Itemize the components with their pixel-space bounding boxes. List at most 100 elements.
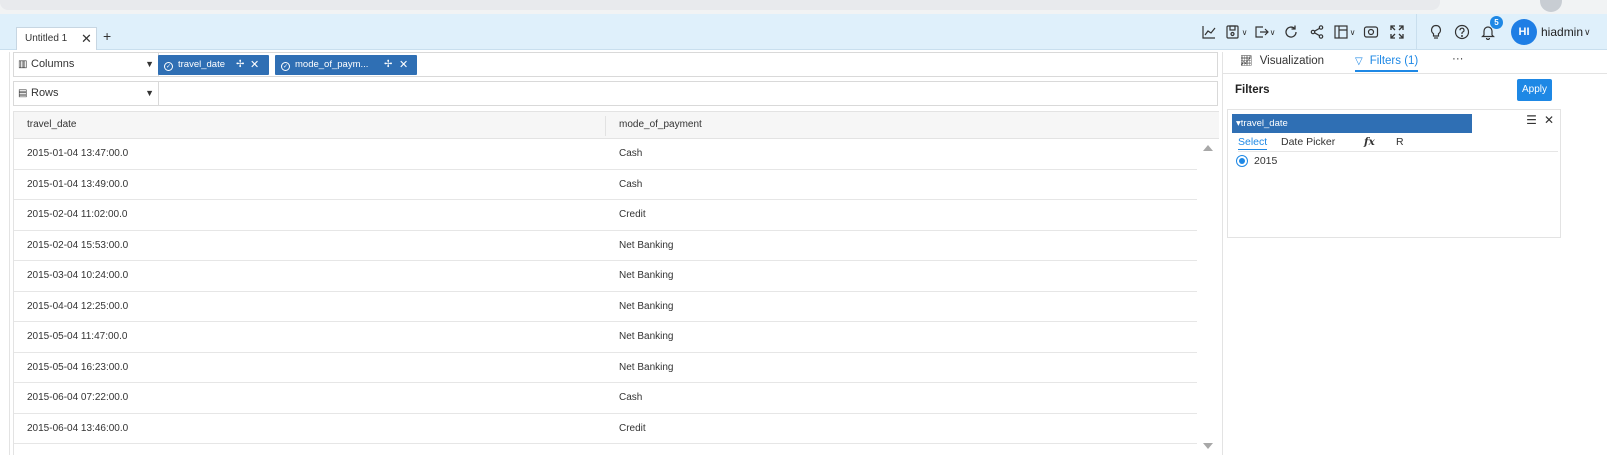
column-header-mode-of-payment[interactable]: mode_of_payment	[619, 112, 702, 140]
apply-button[interactable]: Apply	[1517, 79, 1552, 101]
tab-r[interactable]: R	[1396, 136, 1404, 148]
chart-icon: 📈︎	[1240, 56, 1253, 67]
layout-icon[interactable]: ∨	[1330, 14, 1358, 50]
filter-option-2015[interactable]: 2015	[1236, 155, 1277, 167]
toolbar: ∨ ∨ ∨ 5 HI hiadmin ∨	[1196, 14, 1591, 50]
more-options-icon[interactable]: ···	[1452, 53, 1464, 65]
browser-profile-icon[interactable]	[1540, 0, 1562, 12]
columns-icon: ▥	[18, 59, 28, 70]
vertical-scrollbar[interactable]	[1200, 139, 1216, 455]
add-tab-icon[interactable]: +	[103, 28, 111, 44]
export-icon[interactable]: ∨	[1250, 14, 1278, 50]
cell-travel-date: 2015-01-04 13:49:00.0	[27, 178, 129, 190]
user-menu[interactable]: HI hiadmin ∨	[1511, 19, 1591, 45]
fullscreen-icon[interactable]	[1384, 14, 1410, 50]
rows-shelf[interactable]: ▤ Rows ▼	[13, 81, 1218, 106]
filter-option-label: 2015	[1254, 155, 1278, 167]
table-row: 2015-04-04 12:25:00.0 Net Banking	[14, 292, 1197, 322]
check-circle-icon: ✓	[164, 62, 173, 71]
report-topbar: Untitled 1 ✕ + ∨ ∨ ∨ 5 HI hiadmin ∨	[0, 14, 1607, 50]
cell-mode-of-payment: Cash	[619, 392, 643, 403]
tab-select[interactable]: Select	[1238, 136, 1268, 150]
cell-mode-of-payment: Net Banking	[619, 331, 674, 342]
columns-shelf-label[interactable]: ▥ Columns ▼	[14, 53, 159, 76]
user-name: hiadmin	[1541, 25, 1584, 39]
column-pill-travel-date[interactable]: ✓ travel_date ✢ ✕	[158, 55, 269, 75]
columns-shelf[interactable]: ▥ Columns ▼ ✓ travel_date ✢ ✕ ✓ mode_of_pay…	[13, 52, 1218, 77]
pill-label: mode_of_paym...	[295, 59, 369, 70]
radio-selected-icon[interactable]	[1236, 155, 1248, 167]
filter-icon: ▽	[1355, 56, 1363, 67]
rows-shelf-label[interactable]: ▤ Rows ▼	[14, 82, 159, 105]
cell-mode-of-payment: Net Banking	[619, 361, 674, 373]
tab-filters-label: Filters (1)	[1369, 55, 1419, 67]
remove-pill-icon[interactable]: ✕	[399, 55, 408, 75]
share-icon[interactable]	[1304, 14, 1330, 50]
data-table: travel_date mode_of_payment 2015-01-04 1…	[13, 111, 1219, 455]
dropdown-arrow-icon[interactable]: ▼	[145, 82, 154, 105]
cell-travel-date: 2015-05-04 11:47:00.0	[27, 331, 128, 342]
cell-travel-date: 2015-03-04 10:24:00.0	[27, 270, 129, 281]
table-row: 2015-01-04 13:49:00.0 Cash	[14, 170, 1197, 200]
lightbulb-icon[interactable]	[1423, 14, 1449, 50]
table-row: 2015-02-04 15:53:00.0 Net Banking	[14, 231, 1197, 261]
cell-mode-of-payment: Cash	[619, 178, 643, 190]
columns-label-text: Columns	[31, 58, 75, 70]
avatar: HI	[1511, 19, 1537, 45]
tab-visualization[interactable]: 📈︎ Visualization	[1240, 55, 1324, 67]
move-icon[interactable]: ✢	[384, 55, 392, 75]
refresh-icon[interactable]	[1278, 14, 1304, 50]
table-row: 2015-05-04 11:47:00.0 Net Banking	[14, 322, 1197, 353]
cell-travel-date: 2015-06-04 07:22:00.0	[27, 392, 129, 403]
notification-bell-icon[interactable]: 5	[1475, 14, 1503, 50]
column-pill-mode-of-payment[interactable]: ✓ mode_of_paym... ✢ ✕	[275, 55, 417, 75]
tab-fx[interactable]: fx	[1364, 136, 1375, 148]
dropdown-arrow-icon[interactable]: ▼	[145, 53, 154, 76]
scroll-down-arrow-icon[interactable]	[1203, 443, 1213, 449]
browser-chrome-strip	[0, 0, 1607, 14]
remove-pill-icon[interactable]: ✕	[250, 55, 259, 75]
scroll-up-arrow-icon[interactable]	[1203, 145, 1213, 151]
table-row: 2015-06-04 07:22:00.0 Cash	[14, 383, 1197, 414]
browser-address-bar[interactable]	[0, 0, 1440, 10]
move-icon[interactable]: ✢	[236, 55, 244, 75]
close-tab-icon[interactable]: ✕	[81, 28, 92, 50]
filter-field-name: travel_date	[1240, 118, 1288, 129]
table-row: 2015-01-04 13:47:00.0 Cash	[14, 139, 1197, 170]
cell-travel-date: 2015-02-04 11:02:00.0	[27, 209, 128, 220]
table-row: 2015-02-04 11:02:00.0 Credit	[14, 200, 1197, 231]
chart-icon[interactable]	[1196, 14, 1222, 50]
filter-card-actions: ☰ ✕	[1519, 113, 1554, 127]
preview-icon[interactable]	[1358, 14, 1384, 50]
cell-mode-of-payment: Net Banking	[619, 239, 674, 251]
column-header-travel-date[interactable]: travel_date	[27, 112, 76, 140]
cell-mode-of-payment: Credit	[619, 422, 646, 434]
column-divider[interactable]	[605, 116, 606, 136]
tab-untitled-1[interactable]: Untitled 1 ✕	[16, 27, 97, 50]
tab-date-picker[interactable]: Date Picker	[1281, 136, 1335, 148]
filter-field-header[interactable]: ▾travel_date	[1232, 114, 1472, 133]
filters-title: Filters	[1235, 84, 1270, 96]
table-row: 2015-03-04 10:24:00.0 Net Banking	[14, 261, 1197, 292]
remove-filter-icon[interactable]: ✕	[1544, 113, 1554, 127]
cell-mode-of-payment: Cash	[619, 148, 643, 159]
right-panel: 📈︎ Visualization ▽ Filters (1) ··· Filters…	[1222, 52, 1607, 455]
cell-travel-date: 2015-02-04 15:53:00.0	[27, 239, 129, 251]
cell-mode-of-payment: Net Banking	[619, 300, 674, 312]
help-icon[interactable]	[1449, 14, 1475, 50]
tab-visualization-label: Visualization	[1259, 55, 1325, 67]
rows-icon: ▤	[18, 88, 28, 99]
filter-card-travel-date: ▾travel_date ☰ ✕ Select Date Picker fx R …	[1227, 109, 1561, 238]
chevron-down-icon: ∨	[1584, 26, 1591, 37]
table-header: travel_date mode_of_payment	[14, 111, 1219, 139]
tab-label: Untitled 1	[25, 33, 68, 44]
check-circle-icon: ✓	[281, 62, 290, 71]
cell-travel-date: 2015-05-04 16:23:00.0	[27, 361, 129, 373]
filter-mode-tabs: Select Date Picker fx R	[1238, 136, 1558, 152]
save-icon[interactable]: ∨	[1222, 14, 1250, 50]
cell-travel-date: 2015-04-04 12:25:00.0	[27, 300, 129, 312]
cell-travel-date: 2015-06-04 13:46:00.0	[27, 422, 129, 434]
cell-travel-date: 2015-01-04 13:47:00.0	[27, 148, 129, 159]
tab-filters[interactable]: ▽ Filters (1)	[1355, 55, 1419, 72]
list-icon[interactable]: ☰	[1526, 113, 1537, 127]
